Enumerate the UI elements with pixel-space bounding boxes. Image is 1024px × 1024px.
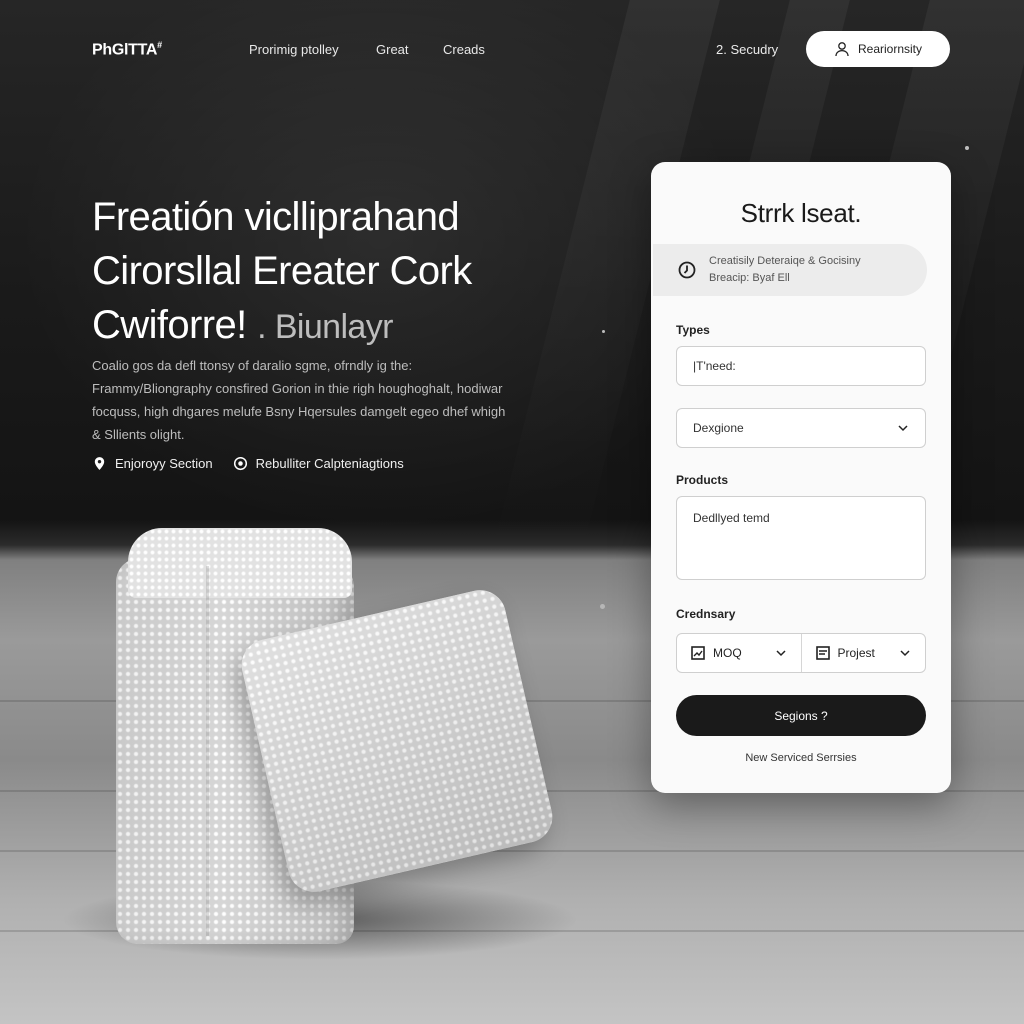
project-select-value: Projest (837, 646, 875, 660)
project-icon (815, 646, 830, 660)
moq-select[interactable]: MOQ (677, 634, 801, 672)
brand-logo[interactable]: PhGlTTA# (92, 40, 162, 59)
type-select-value: Dexgione (693, 421, 744, 435)
feature-label: Rebulliter Calpteniagtions (255, 456, 404, 471)
nav-link-3[interactable]: Creads (443, 42, 485, 57)
chevron-down-icon (900, 650, 910, 657)
brand-logo-text: PhGlTTA (92, 41, 158, 59)
nav-link-1[interactable]: Prorimig ptolley (249, 42, 339, 57)
dust-particle (602, 330, 605, 333)
info-clock-icon (678, 261, 696, 279)
dust-particle (965, 146, 969, 150)
products-label: Products (676, 473, 729, 487)
feature-label: Enjoroyy Section (115, 456, 213, 471)
hero-title: Freatión viclliprahand Cirorsllal Ereate… (92, 190, 592, 354)
dust-particle (600, 604, 605, 609)
feature-list: Enjoroyy Section Rebulliter Calpteniagti… (92, 456, 404, 471)
hero-title-line-3: Cwiforre! (92, 303, 247, 347)
account-button[interactable]: Reariornsity (806, 31, 950, 67)
need-input-placeholder: |T'need: (693, 359, 736, 373)
ordinary-label: Crednsary (676, 607, 736, 621)
products-textarea-value: Dedllyed temd (693, 511, 770, 525)
chevron-down-icon (775, 650, 786, 657)
feature-item: Rebulliter Calpteniagtions (233, 456, 404, 471)
gear-badge-icon (233, 456, 247, 471)
account-button-label: Reariornsity (857, 42, 923, 56)
info-notice: Creatisily Deteraiqe & Gocisiny Breacip:… (653, 244, 927, 296)
option-selector-group: MOQ Projest (676, 633, 926, 673)
hero-title-line-1: Freatión viclliprahand (92, 195, 460, 239)
foam-block-top (128, 528, 352, 598)
moq-icon (691, 646, 705, 660)
form-title: Strrk lseat. (740, 198, 862, 228)
products-textarea[interactable]: Dedllyed temd (676, 496, 926, 580)
type-select[interactable]: Dexgione (676, 408, 926, 448)
foam-block-edge (206, 566, 209, 936)
secondary-link[interactable]: 2. Secudry (716, 42, 778, 57)
nav-link-2[interactable]: Great (376, 42, 409, 57)
moq-select-value: MOQ (713, 646, 742, 660)
submit-button[interactable]: Segions ? (676, 695, 926, 736)
inquiry-form-card: Strrk lseat. Creatisily Deteraiqe & Goci… (651, 162, 951, 793)
services-link[interactable]: New Serviced Serrsies (651, 752, 951, 764)
info-line-1: Creatisily Deteraiqe & Gocisiny (709, 255, 861, 267)
site-header: PhGlTTA# Prorimig ptolley Great Creads 2… (0, 0, 1024, 100)
location-pin-icon (94, 457, 105, 470)
types-label: Types (676, 323, 710, 337)
chevron-down-icon (898, 425, 908, 432)
hero-description: Coalio gos da defl ttonsy of daralio sgm… (92, 358, 506, 442)
user-icon (835, 42, 849, 57)
info-line-2: Breacip: Byaf Ell (709, 272, 790, 284)
brand-logo-mark: # (157, 40, 162, 50)
info-text: Creatisily Deteraiqe & Gocisiny Breacip:… (709, 253, 861, 287)
hero-title-suffix: . Biunlayr (257, 308, 393, 346)
hero-title-line-2: Cirorsllal Ereater Cork (92, 249, 472, 293)
feature-item: Enjoroyy Section (92, 456, 213, 471)
need-input[interactable]: |T'need: (676, 346, 926, 386)
project-select[interactable]: Projest (800, 634, 926, 672)
